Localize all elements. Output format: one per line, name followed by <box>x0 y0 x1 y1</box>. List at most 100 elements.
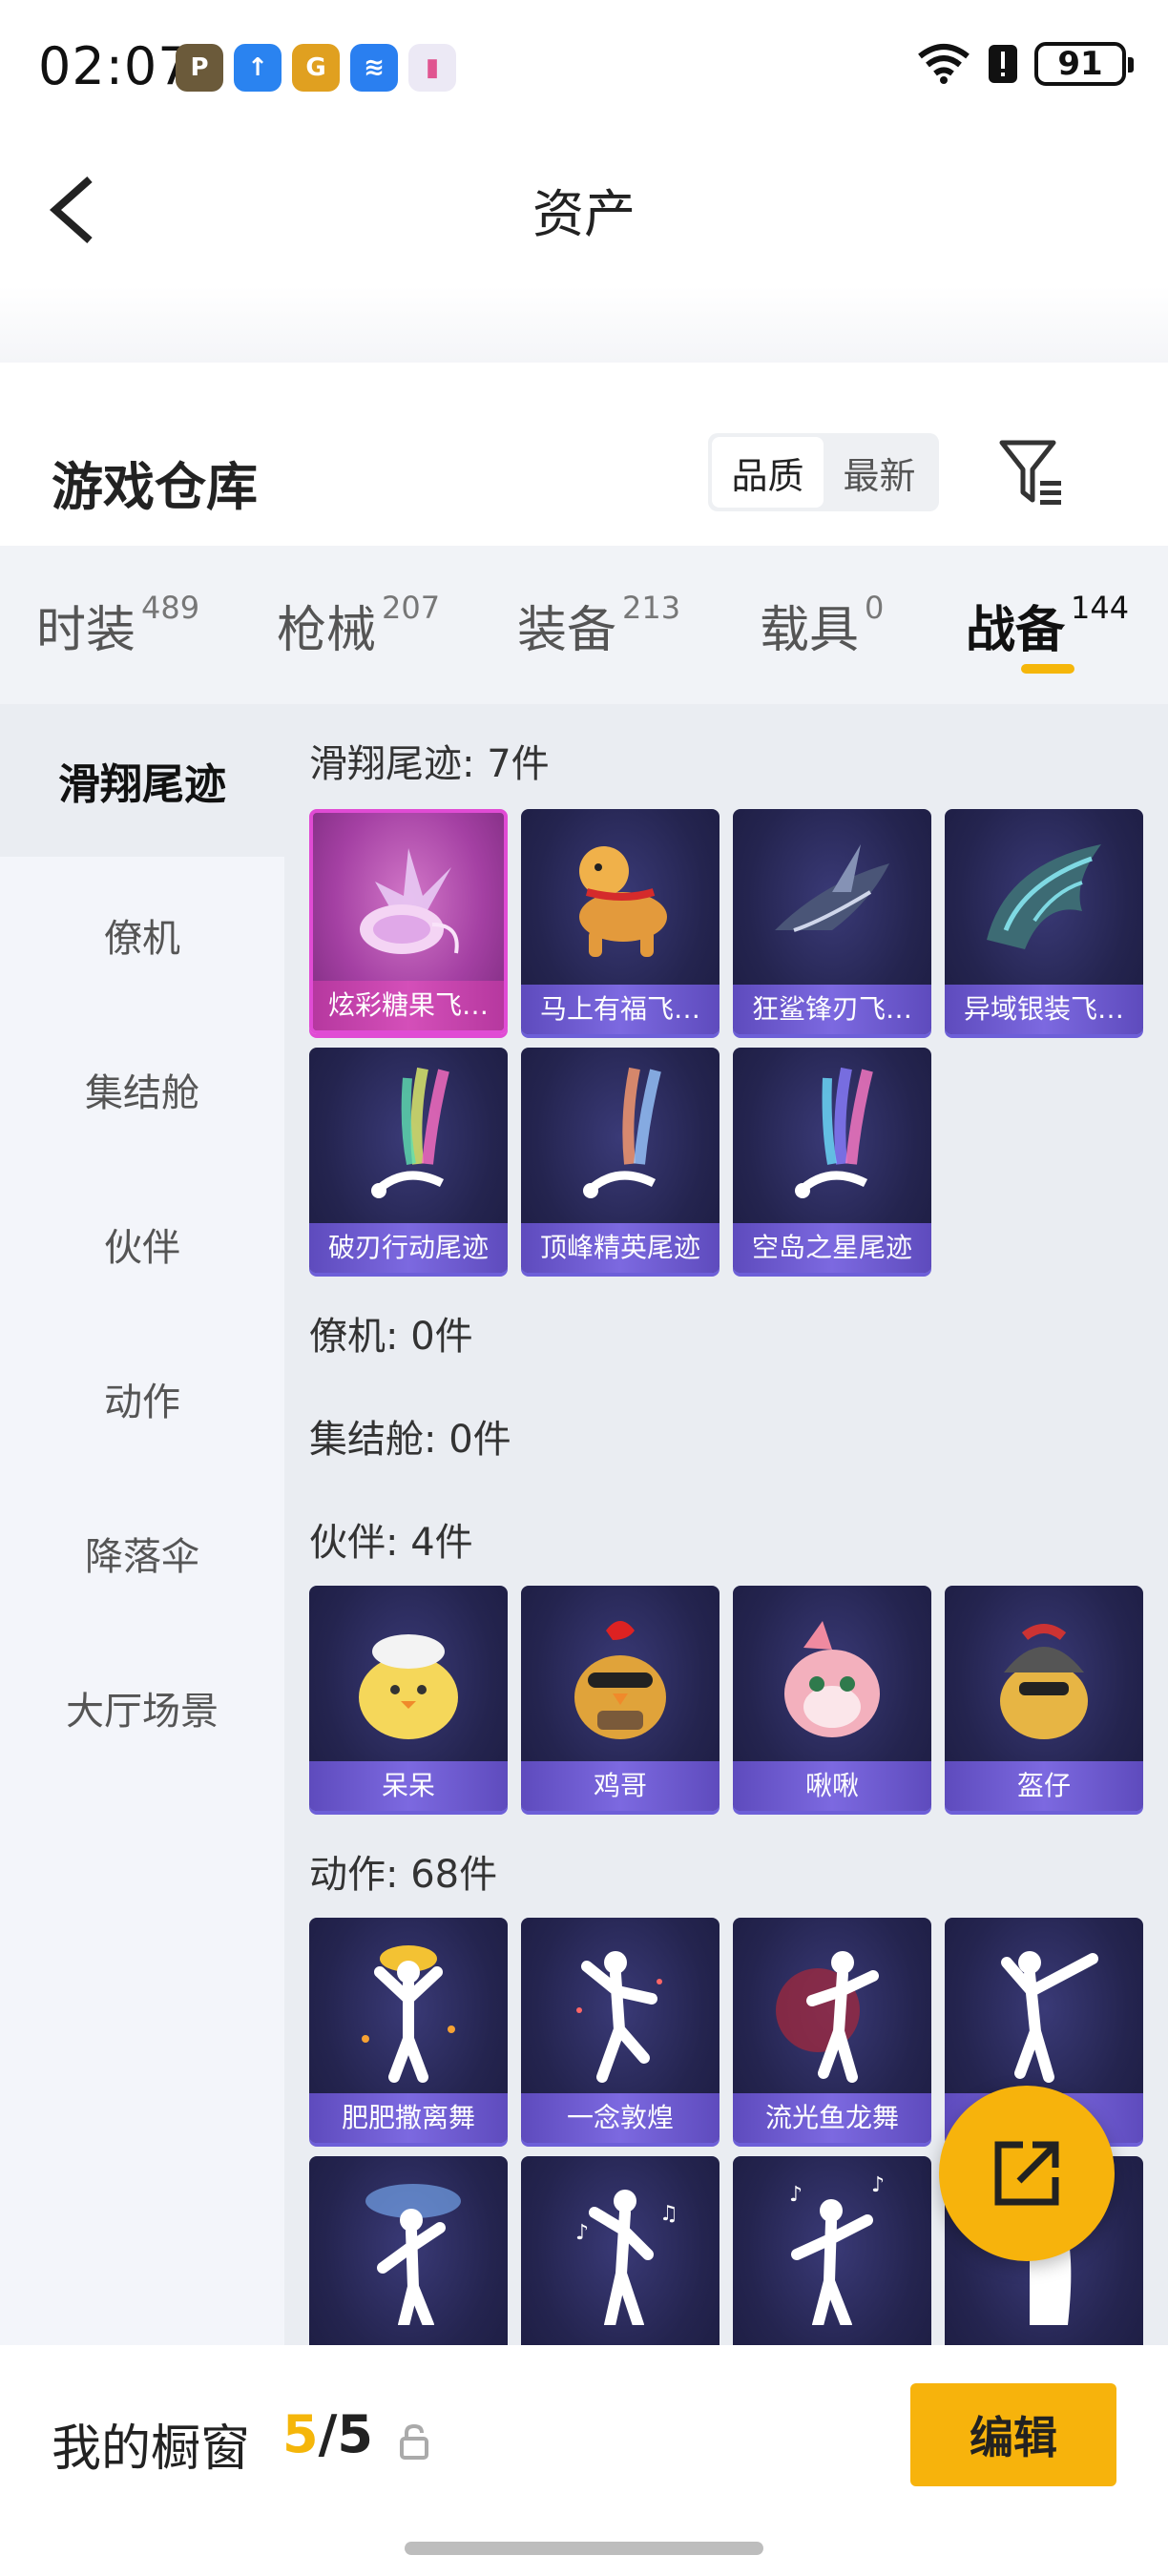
tab-count: 213 <box>622 590 681 626</box>
item-card[interactable]: 炫彩糖果飞… <box>309 809 508 1034</box>
item-label: 狂鲨锋刃飞… <box>733 985 931 1034</box>
tab-war-prep[interactable]: 战备 144 <box>966 590 1129 661</box>
section-title: 僚机: 0件 <box>309 1315 473 1359</box>
bird-item-icon <box>733 1586 931 1761</box>
upload-app-icon: ↑ <box>234 44 282 92</box>
rooster-item-icon <box>521 1586 720 1761</box>
sort-quality-button[interactable]: 品质 <box>712 437 824 508</box>
svg-text:♪: ♪ <box>871 2173 885 2197</box>
section-title: 动作: 68件 <box>309 1853 498 1897</box>
sidebar-item-emote[interactable]: 动作 <box>0 1322 284 1475</box>
lock-icon <box>400 2423 428 2460</box>
showcase-count-current: 5 <box>282 2404 319 2464</box>
item-card[interactable]: 破刃行动尾迹 <box>309 1048 508 1273</box>
item-card[interactable]: 空岛之星尾迹 <box>733 1048 931 1273</box>
warehouse-bar: 游戏仓库 品质 最新 <box>0 363 1168 546</box>
trail-item-icon <box>521 1048 720 1223</box>
item-label: 呆呆 <box>309 1761 508 1811</box>
svg-text:♪: ♪ <box>789 2183 803 2207</box>
tab-vehicles[interactable]: 载具 0 <box>760 590 884 661</box>
dance-item-icon <box>521 1918 720 2093</box>
sidebar-item-lobby-scene[interactable]: 大厅场景 <box>0 1631 284 1784</box>
game-app-icon: G <box>292 44 340 92</box>
section-title: 伙伴: 4件 <box>309 1521 473 1565</box>
item-card[interactable]: 呆呆 <box>309 1586 508 1811</box>
chick-item-icon <box>309 1586 508 1761</box>
horse-item-icon <box>521 809 720 985</box>
item-label: 一念敦煌 <box>521 2093 720 2143</box>
tab-count: 207 <box>382 590 441 626</box>
category-tabs: 时装 489 枪械 207 装备 213 载具 0 战备 144 <box>0 546 1168 704</box>
trail-item-icon <box>733 1048 931 1223</box>
item-label: 炫彩糖果飞… <box>313 981 504 1030</box>
header: 资产 <box>0 134 1168 286</box>
tab-label: 时装 <box>36 602 136 659</box>
section-title: 集结舱: 0件 <box>309 1418 511 1462</box>
showcase-count-separator: / <box>318 2404 338 2464</box>
svg-text:♪: ♪ <box>575 2221 589 2245</box>
notification-icons: P ↑ G ≋ ▮ <box>176 44 456 92</box>
sidebar-item-wingman[interactable]: 僚机 <box>0 859 284 1011</box>
dance-item-icon <box>733 1918 931 2093</box>
item-card[interactable]: 异域银装飞… <box>945 809 1143 1034</box>
dance-item-icon <box>309 2156 508 2332</box>
item-card[interactable]: 盔仔 <box>945 1586 1143 1811</box>
tab-count: 489 <box>141 590 200 626</box>
header-divider <box>0 286 1168 363</box>
status-bar: 02:07 P ↑ G ≋ ▮ 91 <box>0 0 1168 134</box>
sidebar-item-pod[interactable]: 集结舱 <box>0 1013 284 1166</box>
share-button[interactable] <box>939 2086 1115 2261</box>
tab-equipment[interactable]: 装备 213 <box>517 590 680 661</box>
item-card[interactable]: 肥肥撒离舞 <box>309 1918 508 2143</box>
dance-item-icon <box>309 1918 508 2093</box>
item-label: 鸡哥 <box>521 1761 720 1811</box>
wifi-icon <box>918 44 970 84</box>
candy-item-icon <box>313 813 504 988</box>
showcase-bar: 我的橱窗 5/5 编辑 <box>0 2345 1168 2576</box>
item-card[interactable]: 一念敦煌 <box>521 1918 720 2143</box>
dance-item-icon <box>945 1918 1143 2093</box>
home-indicator[interactable] <box>405 2542 763 2555</box>
item-card[interactable]: 顶峰精英尾迹 <box>521 1048 720 1273</box>
showcase-label: 我的橱窗 <box>52 2420 251 2478</box>
battery-icon: 91 <box>1034 42 1134 86</box>
showcase-count: 5/5 <box>282 2404 373 2464</box>
svg-text:♫: ♫ <box>659 2202 678 2226</box>
item-label: 空岛之星尾迹 <box>733 1223 931 1273</box>
tab-guns[interactable]: 枪械 207 <box>277 590 440 661</box>
share-icon <box>994 2141 1059 2206</box>
item-label: 马上有福飞… <box>521 985 720 1034</box>
item-card[interactable]: 啾啾 <box>733 1586 931 1811</box>
sort-latest-button[interactable]: 最新 <box>824 437 935 508</box>
item-card[interactable]: 狂鲨锋刃飞… <box>733 809 931 1034</box>
tab-fashion[interactable]: 时装 489 <box>36 590 199 661</box>
filter-icon[interactable] <box>998 437 1065 508</box>
tab-label: 战备 <box>966 602 1066 659</box>
item-label: 流光鱼龙舞 <box>733 2093 931 2143</box>
helmet-chick-item-icon <box>945 1586 1143 1761</box>
trail-item-icon <box>309 1048 508 1223</box>
item-card[interactable]: 马上有福飞… <box>521 809 720 1034</box>
edit-button[interactable]: 编辑 <box>910 2383 1116 2486</box>
wifi-app-icon: ≋ <box>350 44 398 92</box>
sidebar-item-glide-trail[interactable]: 滑翔尾迹 <box>0 704 284 857</box>
warehouse-title: 游戏仓库 <box>52 457 258 517</box>
tab-label: 枪械 <box>277 602 377 659</box>
status-right: 91 <box>916 42 1134 86</box>
item-card[interactable]: 流光鱼龙舞 <box>733 1918 931 2143</box>
sidebar-item-parachute[interactable]: 降落伞 <box>0 1477 284 1630</box>
sidebar: 滑翔尾迹 僚机 集结舱 伙伴 动作 降落伞 大厅场景 <box>0 704 284 2345</box>
dance-item-icon: ♪ ♪ <box>733 2156 931 2332</box>
item-card[interactable] <box>309 2156 508 2345</box>
alert-icon <box>989 45 1017 83</box>
item-label: 异域银装飞… <box>945 985 1143 1034</box>
section-title: 滑翔尾迹: 7件 <box>309 742 550 786</box>
wing-item-icon <box>945 809 1143 985</box>
tab-label: 载具 <box>760 602 860 659</box>
page-title: 资产 <box>532 184 636 244</box>
sidebar-item-partner[interactable]: 伙伴 <box>0 1168 284 1320</box>
item-card[interactable]: ♪ ♪ <box>733 2156 931 2345</box>
item-card[interactable]: 鸡哥 <box>521 1586 720 1811</box>
item-card[interactable]: ♪ ♫ <box>521 2156 720 2345</box>
pubg-app-icon: P <box>176 44 223 92</box>
